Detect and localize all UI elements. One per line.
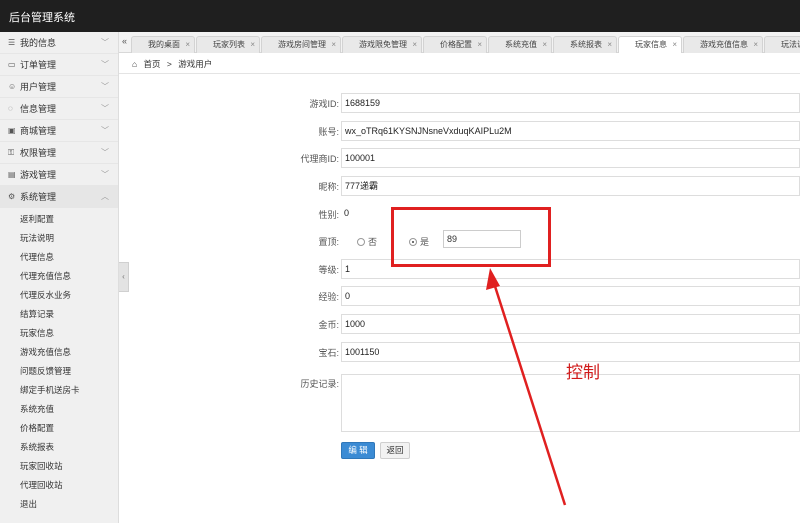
annotation-arrow [486, 268, 567, 506]
annotation-label: 控制 [566, 363, 600, 382]
